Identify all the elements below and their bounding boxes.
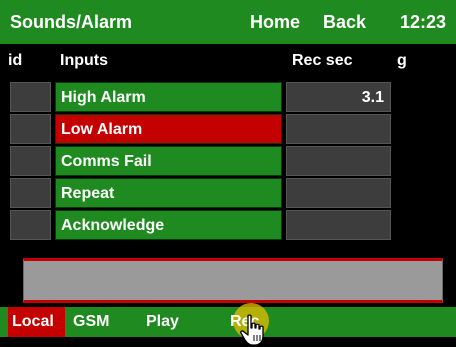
input-low-alarm[interactable]: Low Alarm: [55, 114, 282, 144]
home-button[interactable]: Home: [250, 10, 300, 34]
title-bar: Sounds/Alarm Home Back 12:23: [0, 0, 456, 44]
rec-sec-cell[interactable]: [286, 178, 391, 208]
row-id-cell[interactable]: [10, 178, 51, 208]
row-id-cell[interactable]: [10, 114, 51, 144]
input-high-alarm[interactable]: High Alarm: [55, 82, 282, 112]
rec-sec-cell[interactable]: [286, 114, 391, 144]
row-id-cell[interactable]: [10, 210, 51, 240]
column-header-g: g: [397, 52, 407, 69]
column-header-inputs: Inputs: [60, 52, 108, 69]
local-button[interactable]: Local: [8, 307, 65, 337]
rec-sec-cell[interactable]: 3.1: [286, 82, 391, 112]
rec-sec-cell[interactable]: [286, 210, 391, 240]
row-id-cell[interactable]: [10, 146, 51, 176]
back-button[interactable]: Back: [323, 10, 366, 34]
input-repeat[interactable]: Repeat: [55, 178, 282, 208]
column-header-rec-sec: Rec sec: [292, 52, 353, 69]
input-acknowledge[interactable]: Acknowledge: [55, 210, 282, 240]
rec-sec-cell[interactable]: [286, 146, 391, 176]
recording-progress-bar: [23, 258, 443, 303]
row-id-cell[interactable]: [10, 82, 51, 112]
column-header-id: id: [8, 52, 23, 69]
play-button[interactable]: Play: [146, 307, 179, 337]
bottom-toolbar: Local GSM Play: [0, 307, 456, 337]
page-title: Sounds/Alarm: [10, 12, 133, 32]
clock: 12:23: [400, 12, 447, 32]
hand-pointer-icon: [240, 314, 264, 346]
input-comms-fail[interactable]: Comms Fail: [55, 146, 282, 176]
gsm-button[interactable]: GSM: [73, 307, 109, 337]
